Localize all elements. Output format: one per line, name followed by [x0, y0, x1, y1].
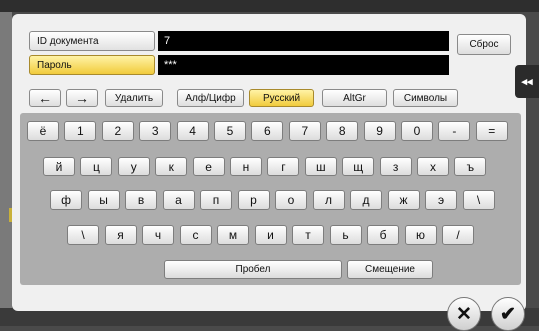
key[interactable]: \: [67, 225, 99, 245]
password-field-button[interactable]: Пароль: [29, 55, 155, 75]
key[interactable]: 5: [214, 121, 246, 141]
key[interactable]: я: [104, 225, 137, 245]
password-value-field[interactable]: ***: [158, 55, 449, 75]
cursor-right-button[interactable]: →: [66, 89, 98, 107]
key[interactable]: о: [275, 190, 307, 210]
key[interactable]: е: [192, 157, 225, 176]
key[interactable]: ц: [80, 157, 113, 176]
side-panel-tab[interactable]: ◂◂: [515, 65, 539, 98]
cursor-left-button[interactable]: ←: [29, 89, 61, 107]
key[interactable]: \: [462, 190, 495, 210]
key[interactable]: д: [350, 190, 382, 210]
key[interactable]: з: [379, 157, 412, 176]
close-icon: ✕: [456, 303, 472, 325]
delete-button[interactable]: Удалить: [105, 89, 163, 107]
key[interactable]: и: [254, 225, 287, 245]
key[interactable]: щ: [342, 157, 375, 176]
reset-button[interactable]: Сброс: [457, 34, 511, 55]
key[interactable]: й: [43, 157, 75, 176]
key[interactable]: х: [417, 157, 449, 176]
key[interactable]: м: [217, 225, 249, 245]
double-chevron-left-icon: ◂◂: [521, 76, 533, 88]
key[interactable]: р: [237, 190, 270, 210]
key[interactable]: ш: [304, 157, 337, 176]
symbols-button[interactable]: Символы: [393, 89, 458, 107]
key[interactable]: 6: [251, 121, 284, 141]
key[interactable]: л: [312, 190, 345, 210]
key[interactable]: у: [117, 157, 150, 176]
doc-id-field-button[interactable]: ID документа: [29, 31, 155, 51]
key[interactable]: ь: [329, 225, 362, 245]
key[interactable]: 0: [401, 121, 433, 141]
key[interactable]: 4: [176, 121, 209, 141]
key[interactable]: б: [367, 225, 399, 245]
key[interactable]: ф: [50, 190, 82, 210]
key[interactable]: 2: [101, 121, 134, 141]
key[interactable]: 9: [363, 121, 396, 141]
key[interactable]: -: [438, 121, 471, 141]
key[interactable]: г: [267, 157, 300, 176]
key[interactable]: в: [125, 190, 157, 210]
key[interactable]: н: [230, 157, 262, 176]
keyboard: ё 1 2 3 4 5 6 7 8 9 0- = йцукенгшщзхъ ф ы в а п р о л д ж э \ …: [20, 113, 521, 285]
arrow-left-icon: ←: [38, 90, 52, 106]
altgr-button[interactable]: AltGr: [322, 89, 387, 107]
shift-key[interactable]: Смещение: [347, 260, 433, 279]
key[interactable]: ъ: [454, 157, 487, 176]
top-bar: [0, 0, 539, 12]
key[interactable]: т: [292, 225, 324, 245]
key[interactable]: 1: [64, 121, 97, 141]
key[interactable]: ю: [404, 225, 437, 245]
key[interactable]: к: [155, 157, 188, 176]
key[interactable]: 7: [288, 121, 321, 141]
key[interactable]: ы: [87, 190, 120, 210]
key[interactable]: 3: [139, 121, 172, 141]
key[interactable]: э: [425, 190, 457, 210]
space-key[interactable]: Пробел: [164, 260, 342, 279]
key[interactable]: ё: [27, 121, 59, 141]
doc-id-value-field[interactable]: 7: [158, 31, 449, 51]
russian-layout-button[interactable]: Русский: [249, 89, 314, 107]
left-edge: [0, 12, 12, 308]
key[interactable]: 8: [326, 121, 359, 141]
key[interactable]: =: [475, 121, 508, 141]
arrow-right-icon: →: [75, 90, 89, 106]
checkmark-icon: ✔: [500, 303, 516, 325]
key[interactable]: /: [442, 225, 474, 245]
key[interactable]: ж: [387, 190, 420, 210]
key[interactable]: ч: [142, 225, 174, 245]
key[interactable]: с: [179, 225, 212, 245]
key[interactable]: а: [162, 190, 195, 210]
key[interactable]: п: [200, 190, 232, 210]
alphanumeric-button[interactable]: Алф/Цифр: [177, 89, 244, 107]
